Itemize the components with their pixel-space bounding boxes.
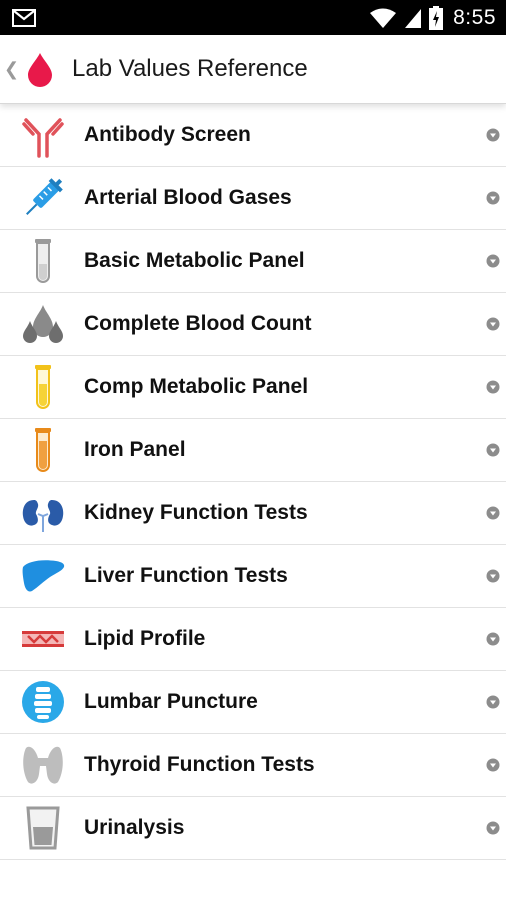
list-item-label: Liver Function Tests: [84, 564, 288, 587]
chevron-down-icon: [486, 317, 500, 331]
chevron-down-icon: [486, 569, 500, 583]
antibody-icon: [20, 112, 66, 158]
lab-list: Antibody Screen Arterial Blood Gases Bas…: [0, 104, 506, 860]
action-bar: ❮ Lab Values Reference: [0, 35, 506, 104]
chevron-down-icon: [486, 632, 500, 646]
list-item[interactable]: Urinalysis: [0, 797, 506, 860]
list-item[interactable]: Arterial Blood Gases: [0, 167, 506, 230]
list-item-label: Basic Metabolic Panel: [84, 249, 305, 272]
battery-charging-icon: [429, 5, 444, 30]
list-item[interactable]: Liver Function Tests: [0, 545, 506, 608]
list-item-label: Complete Blood Count: [84, 312, 312, 335]
list-item[interactable]: Complete Blood Count: [0, 293, 506, 356]
gmail-icon: [12, 8, 36, 27]
test-tube-yellow-icon: [20, 364, 66, 410]
list-item-label: Lipid Profile: [84, 627, 206, 650]
list-item[interactable]: Antibody Screen: [0, 104, 506, 167]
blood-drops-icon: [20, 301, 66, 347]
list-item-label: Thyroid Function Tests: [84, 753, 315, 776]
list-item[interactable]: Basic Metabolic Panel: [0, 230, 506, 293]
status-time: 8:55: [453, 5, 496, 29]
list-item-label: Lumbar Puncture: [84, 690, 258, 713]
syringe-icon: [20, 175, 66, 221]
list-item[interactable]: Thyroid Function Tests: [0, 734, 506, 797]
list-item-label: Kidney Function Tests: [84, 501, 308, 524]
back-chevron-icon[interactable]: ❮: [4, 59, 20, 80]
list-item[interactable]: Kidney Function Tests: [0, 482, 506, 545]
list-item-label: Iron Panel: [84, 438, 186, 461]
list-item-label: Urinalysis: [84, 816, 185, 839]
list-item-label: Antibody Screen: [84, 123, 251, 146]
list-item[interactable]: Lipid Profile: [0, 608, 506, 671]
cup-icon: [20, 805, 66, 851]
status-bar: 8:55: [0, 0, 506, 35]
spine-icon: [20, 679, 66, 725]
chevron-down-icon: [486, 758, 500, 772]
chevron-down-icon: [486, 191, 500, 205]
signal-icon: [405, 8, 422, 28]
chevron-down-icon: [486, 506, 500, 520]
list-item-label: Comp Metabolic Panel: [84, 375, 309, 398]
chevron-down-icon: [486, 380, 500, 394]
list-item[interactable]: Comp Metabolic Panel: [0, 356, 506, 419]
test-tube-gray-icon: [20, 238, 66, 284]
list-item[interactable]: Iron Panel: [0, 419, 506, 482]
chevron-down-icon: [486, 821, 500, 835]
chevron-down-icon: [486, 443, 500, 457]
chevron-down-icon: [486, 695, 500, 709]
wifi-icon: [370, 8, 397, 28]
page-title: Lab Values Reference: [72, 55, 308, 82]
kidneys-icon: [20, 490, 66, 536]
thyroid-icon: [20, 742, 66, 788]
chevron-down-icon: [486, 128, 500, 142]
test-tube-orange-icon: [20, 427, 66, 473]
artery-icon: [20, 616, 66, 662]
blood-drop-icon[interactable]: [22, 51, 58, 87]
liver-icon: [20, 553, 66, 599]
list-item[interactable]: Lumbar Puncture: [0, 671, 506, 734]
list-item-label: Arterial Blood Gases: [84, 186, 292, 209]
chevron-down-icon: [486, 254, 500, 268]
